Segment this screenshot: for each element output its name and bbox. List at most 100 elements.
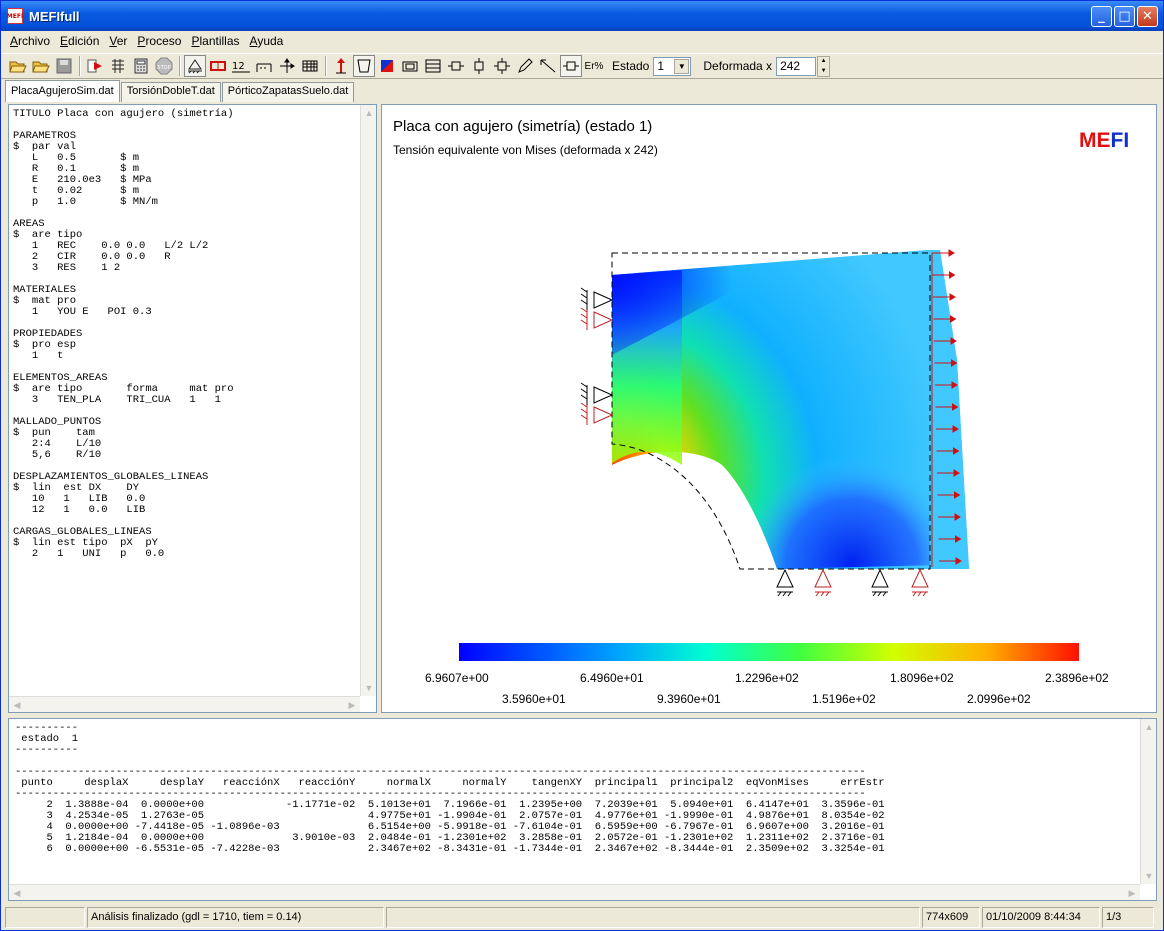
status-page: 1/3	[1102, 907, 1154, 928]
status-bar: Análisis finalizado (gdl = 1710, tiem = …	[5, 907, 1159, 928]
menu-edicion[interactable]: Edición	[55, 34, 104, 48]
zoom-all-button[interactable]	[491, 55, 513, 77]
table-button[interactable]	[299, 55, 321, 77]
menu-ayuda[interactable]: Ayuda	[245, 34, 289, 48]
stress-button[interactable]	[560, 55, 582, 77]
results-viewer[interactable]: Placa con agujero (simetría) (estado 1) …	[381, 104, 1157, 713]
zoom-horizontal-icon	[448, 61, 464, 71]
minimize-button[interactable]: _	[1091, 6, 1112, 27]
table-icon	[302, 60, 318, 72]
tab-portico-zapatas[interactable]: PórticoZapatasSuelo.dat	[221, 82, 355, 102]
menu-bar: Archivo Edición Ver Proceso Plantillas A…	[1, 31, 1163, 51]
left-supports	[580, 287, 614, 405]
menu-plantillas[interactable]: Plantillas	[186, 34, 244, 48]
scroll-down-icon[interactable]: ▼	[361, 680, 377, 696]
open-button[interactable]	[7, 55, 29, 77]
calculator-button[interactable]	[130, 55, 152, 77]
editor-horizontal-scrollbar[interactable]: ◀ ▶	[9, 696, 360, 712]
lines-button[interactable]	[253, 55, 275, 77]
toolbar: STOP 12 Er% Estado 1 ▼ Deformada x 242 ▲ ▼	[1, 53, 1163, 79]
menu-archivo[interactable]: Archivo	[5, 34, 55, 48]
deformed-shape-icon	[357, 59, 371, 73]
window-title: MEFIfull	[29, 8, 80, 24]
frame-icon	[402, 61, 418, 72]
error-button[interactable]: Er%	[583, 55, 605, 77]
tab-torsion-doble-t[interactable]: TorsiónDobleT.dat	[120, 82, 221, 102]
app-window: MEFI MEFIfull _ □ ✕ Archivo Edición Ver …	[0, 0, 1164, 931]
scroll-right-icon[interactable]: ▶	[1124, 885, 1140, 901]
grid-icon	[112, 59, 124, 73]
editor-text[interactable]: TITULO Placa con agujero (simetría) PARA…	[13, 109, 234, 560]
supports-button[interactable]	[184, 55, 206, 77]
scroll-right-icon[interactable]: ▶	[344, 697, 360, 713]
colorbar-label: 1.2296e+02	[735, 671, 799, 685]
measure-button[interactable]	[537, 55, 559, 77]
output-horizontal-scrollbar[interactable]: ◀ ▶	[9, 884, 1140, 900]
colorbar	[459, 643, 1079, 661]
mefi-app-icon: MEFI	[7, 8, 23, 24]
zoom-h-button[interactable]	[445, 55, 467, 77]
title-bar[interactable]: MEFI MEFIfull _ □ ✕	[1, 1, 1163, 31]
colorbar-label: 3.5960e+01	[502, 692, 566, 706]
tab-placa-agujero[interactable]: PlacaAgujeroSim.dat	[5, 80, 120, 102]
input-editor[interactable]: TITULO Placa con agujero (simetría) PARA…	[8, 104, 377, 713]
open-folder-icon	[9, 61, 27, 73]
folder-icon	[32, 61, 50, 73]
save-button[interactable]	[53, 55, 75, 77]
spin-down-icon[interactable]: ▼	[818, 66, 830, 76]
layers-icon	[425, 59, 441, 73]
pencil-icon	[518, 58, 533, 73]
colorbar-label: 6.4960e+01	[580, 671, 644, 685]
svg-text:12: 12	[232, 61, 245, 72]
run-button[interactable]	[84, 55, 106, 77]
status-size: 774x609	[922, 907, 980, 928]
maximize-icon: □	[1118, 9, 1131, 24]
status-datetime: 01/10/2009 8:44:34	[982, 907, 1100, 928]
numbering-button[interactable]: 12	[230, 55, 252, 77]
scroll-up-icon[interactable]: ▲	[361, 105, 377, 121]
colorbar-label: 1.5196e+02	[812, 692, 876, 706]
move-button[interactable]	[276, 55, 298, 77]
editor-vertical-scrollbar[interactable]: ▲ ▼	[360, 105, 376, 696]
calculator-icon	[134, 58, 148, 74]
open-template-button[interactable]	[30, 55, 52, 77]
svg-text:STOP: STOP	[157, 65, 170, 71]
estado-select[interactable]: 1 ▼	[653, 56, 692, 76]
scroll-left-icon[interactable]: ◀	[9, 697, 25, 713]
scroll-left-icon[interactable]: ◀	[9, 885, 25, 901]
scroll-down-icon[interactable]: ▼	[1141, 868, 1157, 884]
deformed-button[interactable]	[353, 55, 375, 77]
deformada-label: Deformada x	[703, 59, 773, 73]
frame-button[interactable]	[399, 55, 421, 77]
colormap-button[interactable]	[376, 55, 398, 77]
chevron-down-icon[interactable]: ▼	[674, 58, 690, 74]
output-text[interactable]: ---------- estado 1 ---------- ---------…	[15, 723, 885, 855]
stress-icon	[563, 61, 579, 71]
pen-button[interactable]	[514, 55, 536, 77]
scroll-up-icon[interactable]: ▲	[1141, 719, 1157, 735]
menu-proceso[interactable]: Proceso	[132, 34, 186, 48]
deformada-spinner[interactable]: ▲ ▼	[817, 55, 831, 77]
spin-up-icon[interactable]: ▲	[818, 56, 830, 66]
results-output[interactable]: ---------- estado 1 ---------- ---------…	[8, 718, 1157, 901]
elements-button[interactable]	[207, 55, 229, 77]
stop-button[interactable]: STOP	[153, 55, 175, 77]
menu-ver[interactable]: Ver	[104, 34, 132, 48]
deformada-input[interactable]: 242	[776, 56, 817, 76]
fem-contour-plot	[459, 249, 1079, 661]
toolbar-separator	[325, 56, 327, 76]
output-vertical-scrollbar[interactable]: ▲ ▼	[1140, 719, 1156, 884]
run-arrow-icon	[87, 59, 102, 73]
loads-button[interactable]	[330, 55, 352, 77]
close-button[interactable]: ✕	[1137, 6, 1158, 27]
load-arrow-icon	[336, 58, 346, 74]
toolbar-separator	[179, 56, 181, 76]
maximize-button[interactable]: □	[1114, 6, 1135, 27]
colormap-icon	[381, 60, 393, 72]
status-pane-empty	[5, 907, 85, 928]
zoom-v-button[interactable]	[468, 55, 490, 77]
lines-icon	[256, 63, 272, 72]
layers-button[interactable]	[422, 55, 444, 77]
status-pane-empty	[386, 907, 920, 928]
mesh-button[interactable]	[107, 55, 129, 77]
